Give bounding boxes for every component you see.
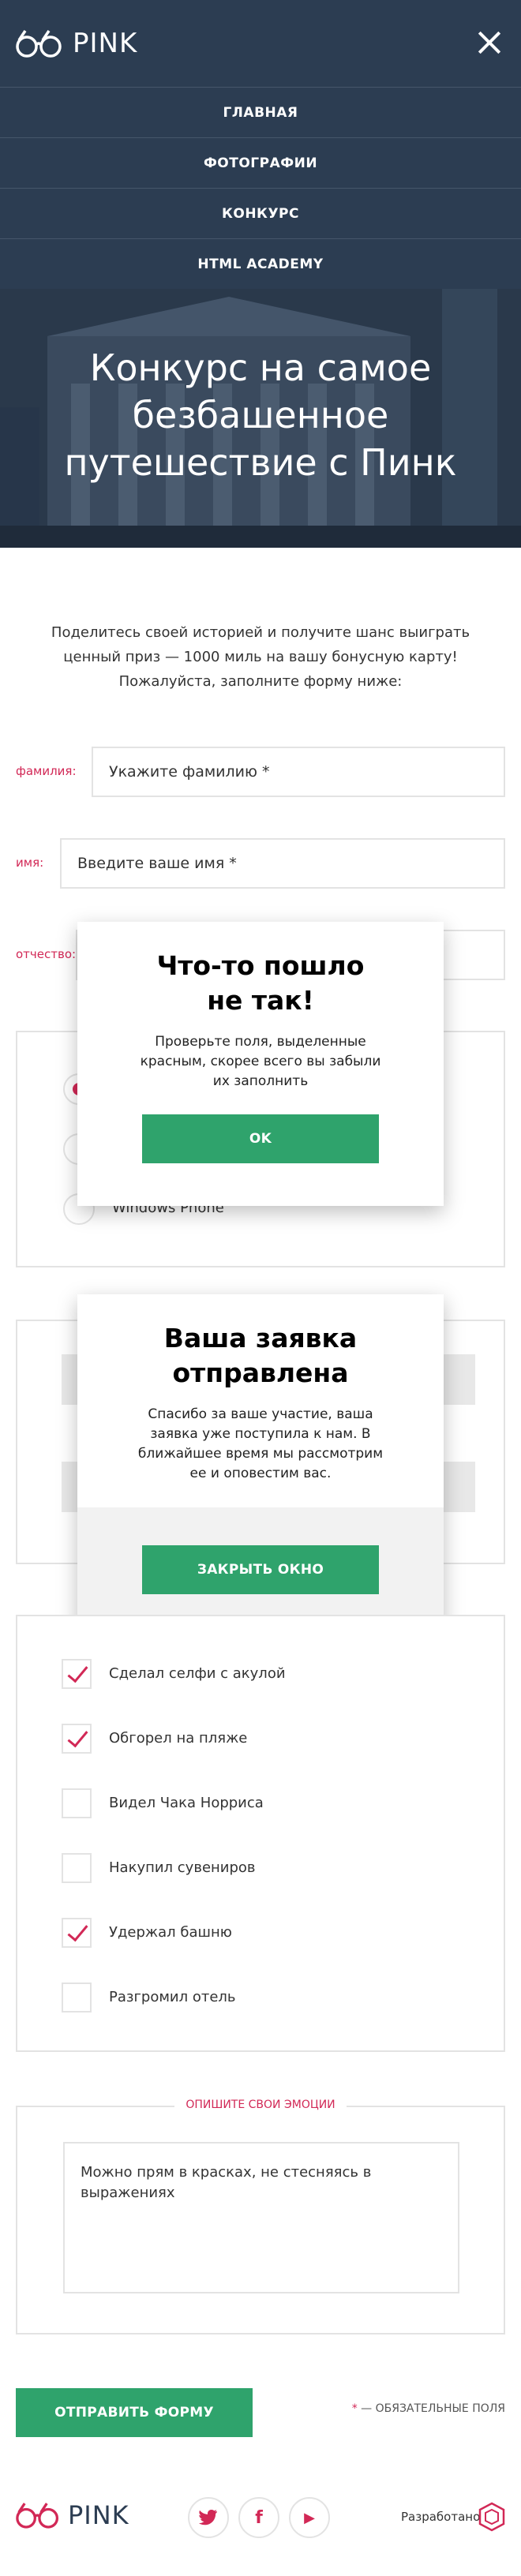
emotions-textarea[interactable]: Можно прям в красках, не стесняясь в выр… [63,2142,459,2293]
nav-item-photos[interactable]: ФОТОГРАФИИ [0,137,521,188]
glasses-logo-icon [16,30,62,58]
error-modal: Что-то пошло не так! Проверьте поля, выд… [77,922,444,1206]
nav-item-home[interactable]: ГЛАВНАЯ [0,87,521,137]
footer-logo-text: PINK [68,2500,129,2530]
error-text-line: красным, скорее всего вы забыли [140,1054,381,1069]
nav-item-contest[interactable]: КОНКУРС [0,188,521,238]
checkbox-label: Видел Чака Норриса [109,1795,264,1811]
close-window-button[interactable]: ЗАКРЫТЬ ОКНО [142,1545,379,1594]
hero-title: Конкурс на самое безбашенное путешествие… [24,344,497,486]
success-text-line: ее и оповестим вас. [189,1466,332,1481]
required-note-text: — ОБЯЗАТЕЛЬНЫЕ ПОЛЯ [357,2402,505,2415]
required-star: * [351,2402,358,2415]
checkbox-chuck-norris[interactable] [62,1788,92,1818]
checkbox-label: Удержал башню [109,1924,232,1941]
checkbox-label: Разгромил отель [109,1989,236,2005]
required-fields-note: * — ОБЯЗАТЕЛЬНЫЕ ПОЛЯ [352,2402,505,2415]
emotions-legend: ОПИШИТЕ СВОИ ЭМОЦИИ [17,2099,504,2111]
glasses-logo-icon [16,2503,59,2529]
patronymic-label: отчество: [16,947,77,961]
checkbox-souvenirs[interactable] [62,1853,92,1883]
hero-banner: Конкурс на самое безбашенное путешествие… [0,289,521,548]
intro-line: Поделитесь своей историей и получите шан… [51,624,470,641]
twitter-icon[interactable] [188,2497,229,2538]
twitter-bird-icon [199,2510,217,2525]
html-academy-logo-icon[interactable] [478,2502,505,2532]
nav-item-html-academy[interactable]: HTML ACADEMY [0,238,521,289]
intro-text: Поделитесь своей историей и получите шан… [47,620,474,694]
success-title-line: отправлена [172,1357,349,1388]
checkbox-selfie-shark[interactable] [62,1659,92,1689]
hero-title-line: путешествие с Пинк [64,441,457,484]
success-text-line: ближайшее время мы рассмотрим [137,1446,384,1462]
checkbox-label: Обгорел на пляже [109,1730,248,1747]
success-modal: Ваша заявка отправлена Спасибо за ваше у… [77,1294,444,1634]
error-title-line: не так! [207,985,314,1016]
error-modal-title: Что-то пошло не так! [77,949,444,1018]
checkbox-hotel[interactable] [62,1983,92,2012]
checkbox-sunburn[interactable] [62,1724,92,1754]
checkbox-label: Накупил сувениров [109,1859,256,1876]
error-ok-button[interactable]: OK [142,1114,379,1163]
emotions-fieldset: ОПИШИТЕ СВОИ ЭМОЦИИ Можно прям в красках… [16,2099,505,2334]
logo[interactable]: PINK [16,25,137,62]
success-modal-text: Спасибо за ваше участие, ваша заявка уже… [101,1405,420,1484]
footer-logo[interactable]: PINK [16,2500,129,2530]
intro-line: Пожалуйста, заполните форму ниже: [118,673,403,690]
close-menu-icon[interactable] [472,25,507,60]
checkbox-label: Сделал селфи с акулой [109,1665,286,1682]
submit-form-button[interactable]: ОТПРАВИТЬ ФОРМУ [16,2388,253,2437]
emotions-legend-text: ОПИШИТЕ СВОИ ЭМОЦИИ [174,2099,347,2111]
hero-title-line: Конкурс на самое [89,346,432,389]
error-modal-text: Проверьте поля, выделенные красным, скор… [101,1032,420,1091]
checkbox-tower[interactable] [62,1918,92,1948]
youtube-icon[interactable]: ▶ [289,2497,330,2538]
success-title-line: Ваша заявка [163,1323,358,1354]
success-text-line: заявка уже поступила к нам. В [150,1426,371,1442]
logo-text: PINK [73,28,138,59]
surname-label: фамилия: [16,764,77,778]
success-modal-title: Ваша заявка отправлена [77,1321,444,1391]
surname-input[interactable]: Укажите фамилию * [92,747,505,797]
impressions-fieldset: Сделал селфи с акулой Обгорел на пляже В… [16,1615,505,2052]
facebook-glyph: f [255,2507,263,2528]
error-text-line: их заполнить [212,1073,309,1089]
name-label: имя: [16,856,44,870]
site-header: PINK [0,0,521,87]
main-nav: ГЛАВНАЯ ФОТОГРАФИИ КОНКУРС HTML ACADEMY [0,87,521,289]
error-text-line: Проверьте поля, выделенные [155,1034,366,1050]
error-title-line: Что-то пошло [156,950,365,981]
developed-by-label: Разработано [401,2510,481,2524]
name-input[interactable]: Введите ваше имя * [60,838,505,889]
hero-title-line: безбашенное [132,394,389,436]
success-text-line: Спасибо за ваше участие, ваша [148,1406,373,1422]
site-footer: PINK f ▶ Разработано [0,2470,521,2576]
facebook-icon[interactable]: f [238,2497,279,2538]
intro-line: ценный приз — 1000 миль на вашу бонусную… [63,649,458,665]
youtube-glyph: ▶ [304,2509,315,2526]
